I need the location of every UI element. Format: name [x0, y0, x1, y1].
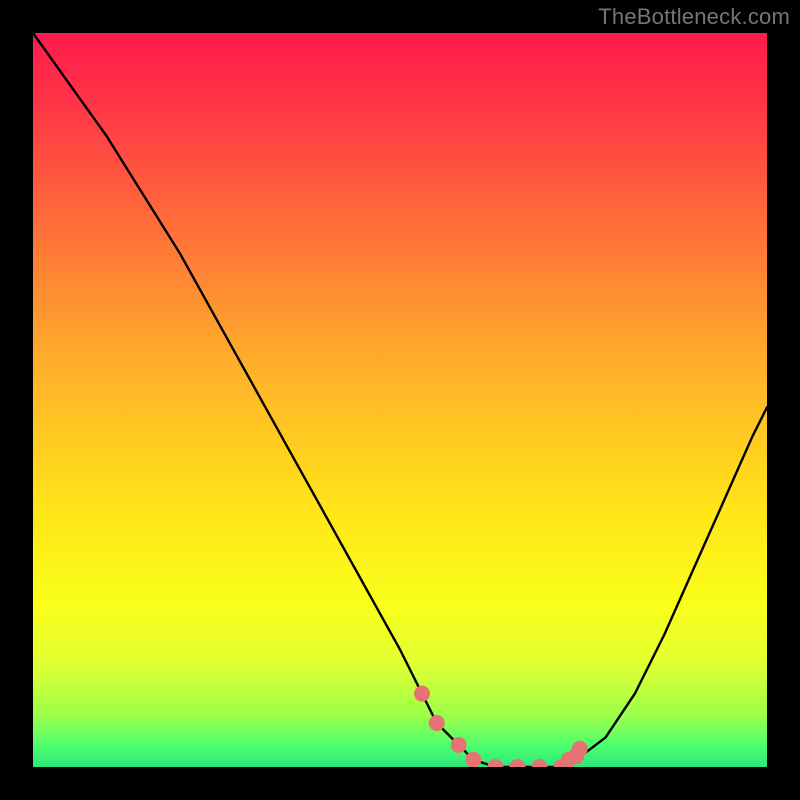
marker-dot: [451, 737, 467, 753]
highlight-markers: [414, 686, 588, 767]
marker-dot: [429, 715, 445, 731]
chart-svg: [33, 33, 767, 767]
marker-dot: [465, 752, 481, 767]
frame: TheBottleneck.com: [0, 0, 800, 800]
marker-dot: [532, 759, 548, 767]
marker-dot: [487, 759, 503, 767]
attribution-text: TheBottleneck.com: [598, 4, 790, 30]
marker-dot: [414, 686, 430, 702]
marker-dot: [572, 741, 588, 757]
marker-dot: [509, 759, 525, 767]
bottleneck-curve: [33, 33, 767, 767]
plot-area: [33, 33, 767, 767]
